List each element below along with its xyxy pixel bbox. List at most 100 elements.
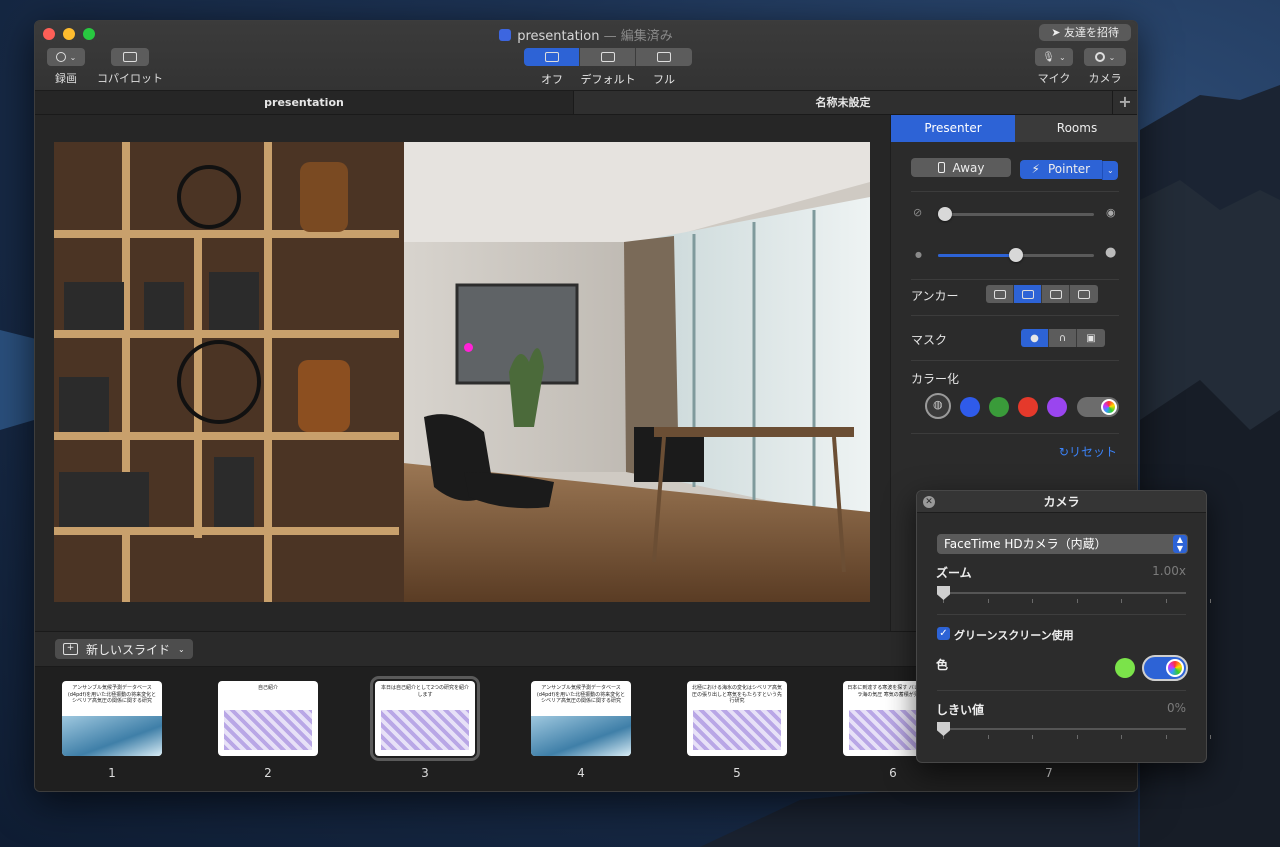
threshold-slider[interactable] — [937, 728, 1186, 730]
slide-thumbnail-3[interactable]: 本日は自己紹介として2つの研究を紹介します — [370, 676, 480, 761]
slide-number: 3 — [421, 766, 429, 780]
office-photo — [54, 142, 870, 602]
green-screen-checkbox[interactable]: ✓ — [937, 627, 950, 640]
camera-device-select[interactable]: FaceTime HDカメラ（内蔵） ▲ ▼ — [937, 534, 1188, 554]
slide-thumbnail-graphic — [224, 710, 312, 750]
anchor-bottom-left-icon — [993, 289, 1006, 299]
tab-presentation[interactable]: presentation — [35, 91, 574, 114]
mask-square-button[interactable]: ▣ — [1077, 329, 1105, 347]
record-icon — [55, 52, 66, 62]
color-swatch-green[interactable] — [989, 397, 1009, 417]
divider — [911, 360, 1119, 361]
tab-untitled[interactable]: 名称未設定 — [574, 91, 1113, 114]
divider — [937, 614, 1186, 615]
tab-presenter[interactable]: Presenter — [891, 115, 1015, 142]
custom-key-color-toggle[interactable] — [1142, 655, 1188, 681]
anchor-bottom-left-button[interactable] — [986, 285, 1014, 303]
zoom-label: ズーム — [936, 566, 972, 580]
color-swatch-red[interactable] — [1018, 397, 1038, 417]
color-swatch-blue[interactable] — [960, 397, 980, 417]
color-swatch-purple[interactable] — [1047, 397, 1067, 417]
slide-thumbnail-graphic — [531, 716, 631, 756]
anchor-top-left-button[interactable] — [1070, 285, 1098, 303]
view-mode-default-button[interactable] — [580, 48, 636, 66]
record-button[interactable]: ⌄ — [47, 48, 85, 66]
reset-button[interactable]: ↻リセット — [1059, 443, 1117, 460]
document-tabs: presentation 名称未設定 + — [35, 91, 1137, 115]
phone-icon — [937, 162, 945, 173]
slide-canvas[interactable] — [54, 142, 870, 602]
slider-tick — [1032, 735, 1033, 739]
anchor-top-right-button[interactable] — [1042, 285, 1070, 303]
mask-none-button[interactable]: ● — [1021, 329, 1049, 347]
pointer-options-dropdown[interactable]: ⌄ — [1101, 161, 1118, 180]
new-tab-button[interactable]: + — [1113, 91, 1137, 114]
pointer-button[interactable]: ⚡ Pointer — [1019, 159, 1102, 179]
slide-number: 1 — [108, 766, 116, 780]
opacity-slider-knob[interactable] — [938, 207, 952, 221]
view-default-icon — [600, 52, 615, 62]
key-color-label: 色 — [936, 658, 949, 672]
view-mode-segmented-control: オフ デフォルト フル — [524, 48, 692, 87]
slide-number: 4 — [577, 766, 585, 780]
color-wheel-icon — [1101, 399, 1117, 415]
invite-friend-button[interactable]: ➤ 友達を招待 — [1039, 24, 1131, 41]
threshold-slider-knob[interactable] — [937, 722, 950, 736]
anchor-segmented-control — [986, 285, 1098, 303]
camera-button[interactable]: ⌄ — [1084, 48, 1126, 66]
slider-tick — [1121, 735, 1122, 739]
mask-label: マスク — [911, 333, 948, 347]
view-off-icon — [544, 52, 559, 62]
divider — [937, 690, 1186, 691]
mask-rounded-button[interactable]: ∩ — [1049, 329, 1077, 347]
away-button[interactable]: Away — [911, 158, 1011, 177]
key-color-swatch[interactable] — [1115, 658, 1135, 678]
window-title: presentation — 編集済み — [35, 25, 1137, 44]
slider-tick — [1032, 599, 1033, 603]
mic-tool: 🎙 ⌄ マイク — [1035, 48, 1073, 86]
reset-icon: ↻ — [1058, 445, 1069, 459]
close-icon[interactable]: ✕ — [923, 496, 935, 508]
size-slider-knob[interactable] — [1009, 248, 1023, 262]
view-mode-full-button[interactable] — [636, 48, 692, 66]
slide-thumbnail-title: 本日は自己紹介として2つの研究を紹介します — [380, 685, 470, 698]
divider — [911, 191, 1119, 192]
view-full-icon — [657, 52, 671, 62]
slide-thumbnail-5[interactable]: 北極における海氷の変化はシベリア高気圧の張り出しと寒気をもたらすという先行研究 — [687, 681, 787, 756]
view-mode-off-button[interactable] — [524, 48, 580, 66]
presenter-buttons-row: Away ⚡ Pointer ⌄ — [911, 158, 1119, 180]
custom-color-toggle[interactable] — [1077, 397, 1119, 417]
tab-rooms[interactable]: Rooms — [1015, 115, 1137, 142]
view-mode-off-label: オフ — [541, 73, 563, 86]
laser-pointer-icon: ⚡ — [1031, 162, 1040, 176]
chevron-down-icon: ⌄ — [178, 644, 185, 654]
slider-tick — [1165, 599, 1167, 603]
slide-thumbnail-graphic — [62, 716, 162, 756]
divider — [911, 433, 1119, 434]
colorize-none-swatch[interactable]: ◍ — [925, 393, 951, 419]
zoom-slider[interactable] — [937, 592, 1186, 594]
view-mode-full-label: フル — [653, 73, 675, 86]
mic-button[interactable]: 🎙 ⌄ — [1035, 48, 1073, 66]
slide-thumbnail-title: アンサンブル気候予測データベース(d4pdf)を用いた北極振動の将来変化とシベリ… — [536, 685, 626, 704]
anchor-label: アンカー — [911, 289, 959, 303]
opacity-slider[interactable] — [938, 213, 1094, 216]
slider-tick — [1076, 599, 1078, 603]
hidden-eye-icon: ⊘ — [913, 206, 923, 219]
view-mode-default-label: デフォルト — [580, 73, 636, 86]
green-screen-label: グリーンスクリーン使用 — [954, 629, 1074, 642]
slider-tick — [987, 735, 989, 739]
eye-icon: ◉ — [1106, 206, 1116, 219]
slide-thumbnail-2[interactable]: 自己紹介 — [218, 681, 318, 756]
microphone-icon: 🎙 — [1042, 51, 1055, 63]
mask-segmented-control: ● ∩ ▣ — [1021, 329, 1105, 347]
slide-thumbnail-1[interactable]: アンサンブル気候予測データベース(d4pdf)を用いた北極振動の将来変化とシベリ… — [62, 681, 162, 756]
anchor-bottom-right-button[interactable] — [1014, 285, 1042, 303]
size-slider-fill — [938, 254, 1016, 257]
zoom-slider-knob[interactable] — [937, 586, 950, 600]
record-tool: ⌄ 録画 — [47, 48, 85, 86]
new-slide-button[interactable]: + 新しいスライド ⌄ — [55, 639, 193, 659]
zoom-value: 1.00x — [1152, 564, 1186, 578]
copilot-button[interactable] — [111, 48, 149, 66]
slide-thumbnail-4[interactable]: アンサンブル気候予測データベース(d4pdf)を用いた北極振動の将来変化とシベリ… — [531, 681, 631, 756]
